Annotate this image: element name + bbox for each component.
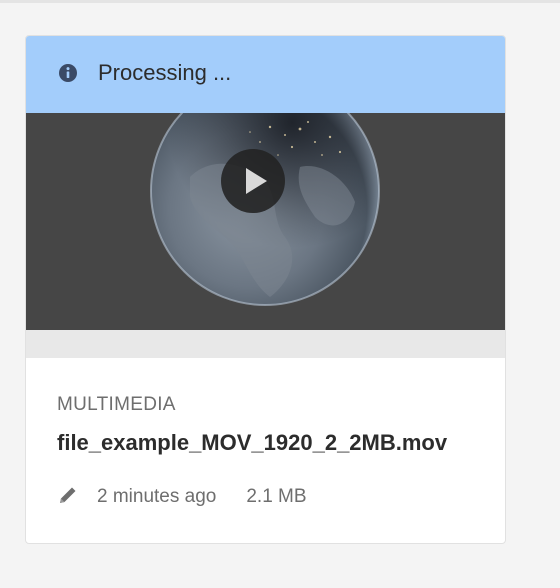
- asset-meta-row: 2 minutes ago 2.1 MB: [57, 483, 307, 511]
- info-icon: [59, 64, 77, 82]
- asset-card[interactable]: Processing ... MULTIMEDIA file_example_M…: [25, 35, 506, 544]
- pencil-icon: [60, 487, 76, 503]
- file-name[interactable]: file_example_MOV_1920_2_2MB.mov: [57, 429, 447, 457]
- top-divider: [0, 0, 560, 3]
- video-thumbnail[interactable]: [26, 113, 505, 330]
- status-text: Processing ...: [98, 60, 232, 85]
- file-size: 2.1 MB: [246, 486, 307, 507]
- modified-time: 2 minutes ago: [97, 486, 217, 507]
- preview-footer-strip: [26, 330, 505, 358]
- asset-type-label: MULTIMEDIA: [57, 394, 176, 415]
- play-icon[interactable]: [221, 149, 285, 213]
- processing-status-banner: Processing ...: [26, 36, 505, 113]
